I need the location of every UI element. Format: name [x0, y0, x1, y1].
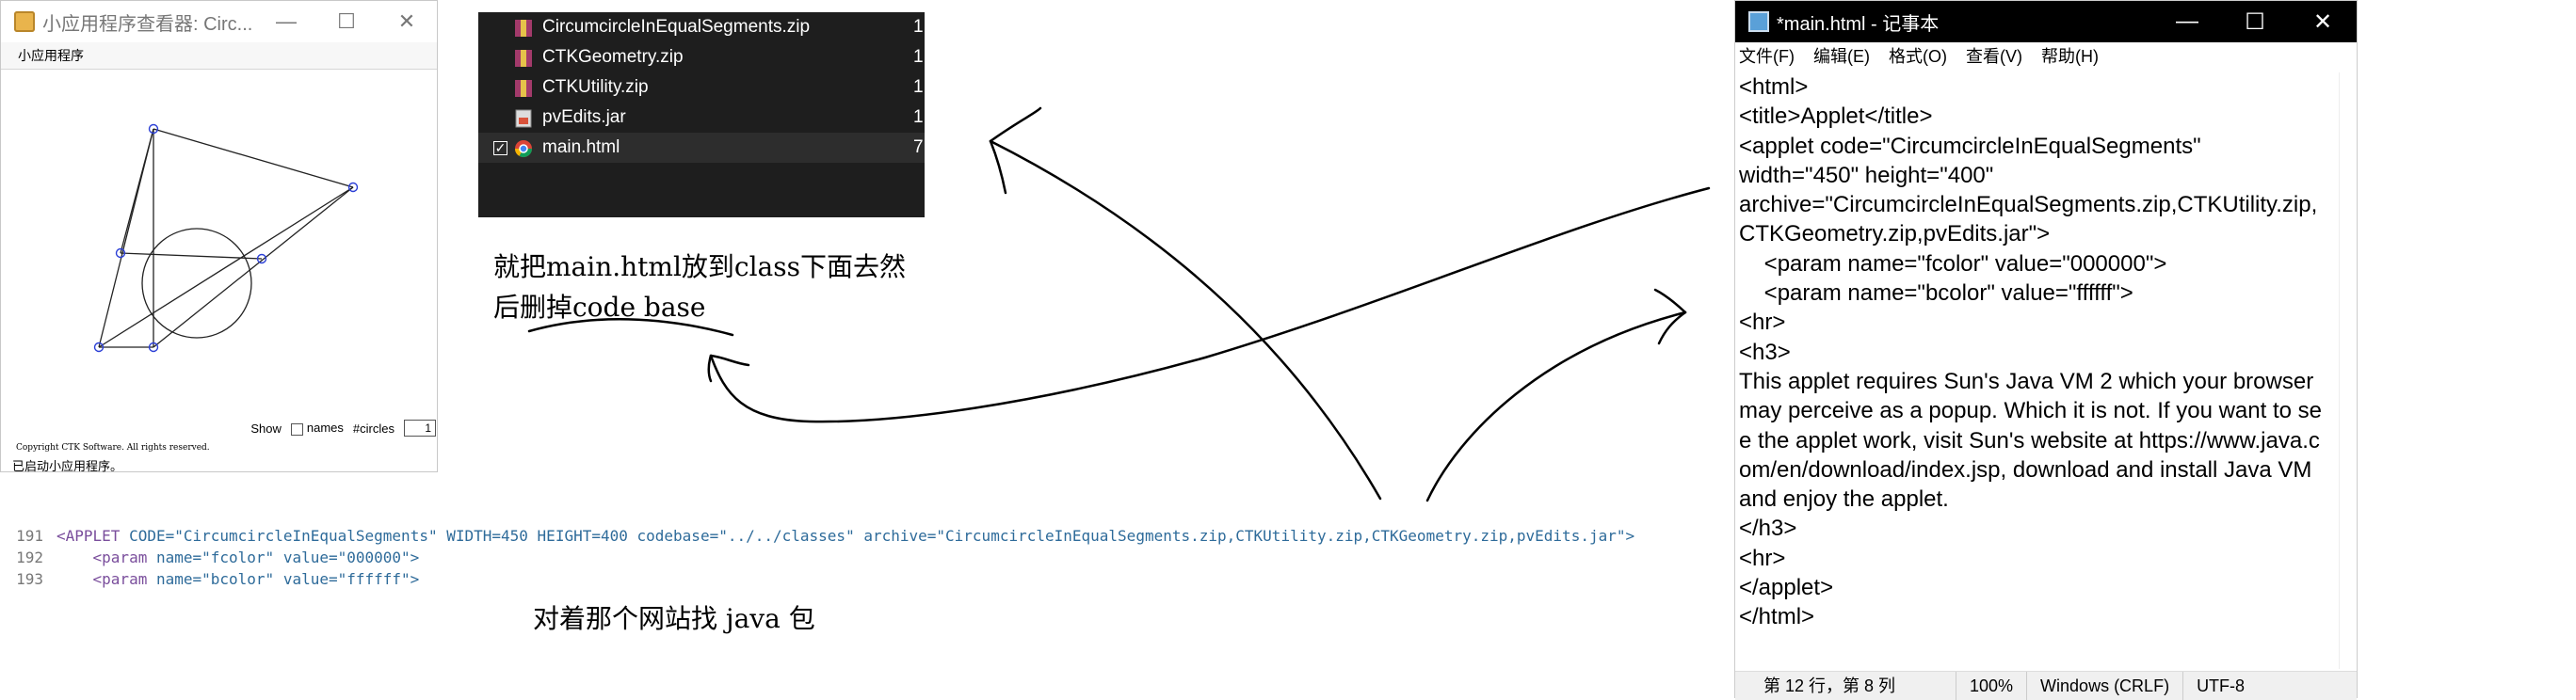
code-line: 193 <param name="bcolor" value="ffffff">: [16, 570, 420, 588]
arrowhead: [1653, 288, 1687, 314]
menu-view[interactable]: 查看(V): [1966, 42, 2022, 71]
menu-help[interactable]: 帮助(H): [2041, 42, 2099, 71]
arrowhead: [709, 354, 750, 367]
vertical-scrollbar[interactable]: [2339, 72, 2357, 669]
code-snippet: 191 <APPLET CODE="CircumcircleInEqualSegm…: [0, 525, 1695, 590]
notepad-statusbar: 第 12 行，第 8 列 100% Windows (CRLF) UTF-8: [1735, 671, 2357, 700]
close-icon[interactable]: ✕: [2289, 8, 2357, 36]
code-line: 191 <APPLET CODE="CircumcircleInEqualSegm…: [16, 527, 1635, 545]
menu-edit[interactable]: 编辑(E): [1813, 42, 1870, 71]
minimize-icon[interactable]: —: [2153, 8, 2221, 35]
notepad-editor[interactable]: <html> <title>Applet</title> <applet cod…: [1739, 72, 2328, 633]
menu-file[interactable]: 文件(F): [1739, 42, 1795, 71]
arrowhead: [989, 106, 1042, 143]
arrow-stroke: [709, 186, 1711, 423]
notepad-titlebar: *main.html - 记事本 — ☐ ✕: [1735, 1, 2357, 42]
menu-format[interactable]: 格式(O): [1889, 42, 1947, 71]
cursor-position: 第 12 行，第 8 列: [1763, 676, 1896, 695]
notepad-title: *main.html - 记事本: [1777, 13, 1940, 35]
notepad-icon: [1748, 11, 1769, 32]
encoding: UTF-8: [2182, 672, 2258, 700]
zoom-level: 100%: [1956, 672, 2026, 700]
maximize-icon[interactable]: ☐: [2221, 8, 2289, 36]
notepad-menubar: 文件(F) 编辑(E) 格式(O) 查看(V) 帮助(H): [1735, 42, 2357, 71]
arrowhead: [707, 354, 713, 383]
code-line: 192 <param name="fcolor" value="000000">: [16, 549, 420, 566]
notepad-window: *main.html - 记事本 — ☐ ✕ 文件(F) 编辑(E) 格式(O)…: [1734, 0, 2358, 700]
underline-stroke: [527, 318, 734, 337]
line-ending: Windows (CRLF): [2026, 672, 2182, 700]
arrow-stroke: [1425, 310, 1687, 502]
